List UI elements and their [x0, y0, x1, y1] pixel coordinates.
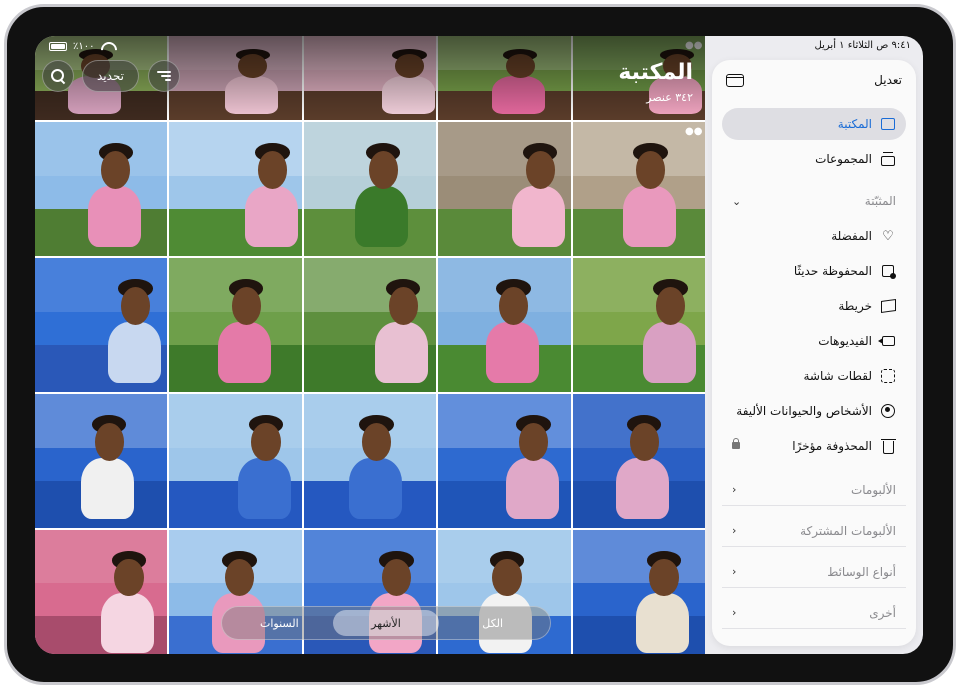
sidebar-item-videos[interactable]: الفيديوهات: [722, 325, 906, 357]
sidebar-item-label: المحذوفة مؤخرًا: [792, 439, 872, 453]
status-indicators: ٪١٠٠: [49, 41, 113, 52]
sort-icon: [157, 71, 171, 81]
sidebar-item-label: المفضلة: [831, 229, 872, 243]
photo-thumbnail[interactable]: [572, 394, 705, 528]
sidebar-item-label: الأشخاص والحيوانات الأليفة: [736, 404, 872, 418]
section-label: المثبّتة: [864, 194, 896, 208]
photo-thumbnail[interactable]: ●●: [572, 122, 705, 256]
photo-thumbnail[interactable]: [169, 258, 302, 392]
sidebar-item-label: المحفوظة حديثًا: [793, 264, 872, 278]
sidebar-item-favorites[interactable]: ♡ المفضلة: [722, 220, 906, 252]
section-label: الألبومات: [850, 482, 896, 497]
photo-thumbnail[interactable]: [35, 122, 168, 256]
sidebar-section-albums[interactable]: الألبومات ‹: [722, 474, 906, 506]
photo-thumbnail[interactable]: [572, 530, 705, 654]
import-icon: [880, 263, 896, 279]
collections-icon: [880, 151, 896, 167]
chevron-left-icon: ‹: [732, 524, 737, 537]
photo-thumbnail[interactable]: [169, 122, 302, 256]
sidebar: تعديل المكتبة المجموعات المثبّتة ⌄ ♡ الم…: [712, 60, 916, 646]
edit-button[interactable]: تعديل: [874, 73, 902, 87]
person-icon: [880, 403, 896, 419]
sidebar-item-screenshots[interactable]: لقطات شاشة: [722, 360, 906, 392]
sidebar-item-label: المكتبة: [837, 117, 872, 131]
map-icon: [880, 298, 896, 314]
library-header: ٪١٠٠ تحديد المكتبة ٣٤٢ عنصر: [35, 36, 705, 120]
photo-thumbnail[interactable]: [35, 394, 168, 528]
section-label: أخرى: [869, 605, 896, 620]
sidebar-toggle-icon[interactable]: [726, 73, 744, 87]
select-button[interactable]: تحديد: [82, 60, 140, 92]
section-label: الألبومات المشتركة: [800, 523, 896, 538]
lock-icon: [732, 437, 746, 452]
shared-people-icon: ●●: [684, 126, 703, 137]
battery-icon: [49, 42, 67, 51]
sidebar-item-collections[interactable]: المجموعات: [722, 143, 906, 175]
photo-thumbnail[interactable]: [35, 530, 168, 654]
sidebar-section-media-types[interactable]: أنواع الوسائط ‹: [722, 556, 906, 588]
wifi-icon: [101, 42, 113, 51]
chevron-left-icon: ‹: [732, 483, 737, 496]
sidebar-item-recently-deleted[interactable]: المحذوفة مؤخرًا: [722, 430, 906, 462]
chevron-down-icon: ⌄: [732, 194, 742, 208]
battery-percent: ٪١٠٠: [73, 41, 95, 52]
sidebar-item-library[interactable]: المكتبة: [722, 108, 906, 140]
time-scope-segmented-control: السنوات الأشهر الكل: [221, 606, 551, 640]
photo-thumbnail[interactable]: [438, 258, 571, 392]
sidebar-top-bar: تعديل: [726, 68, 902, 92]
tab-years[interactable]: السنوات: [226, 610, 333, 636]
sidebar-item-label: خريطة: [838, 299, 872, 313]
screenshot-icon: [880, 368, 896, 384]
sidebar-section-shared-albums[interactable]: الألبومات المشتركة ‹: [722, 515, 906, 547]
tab-all[interactable]: الكل: [439, 610, 546, 636]
sidebar-item-map[interactable]: خريطة: [722, 290, 906, 322]
sidebar-pinned-header[interactable]: المثبّتة ⌄: [722, 185, 906, 217]
photo-library-icon: [880, 116, 896, 132]
search-button[interactable]: [42, 60, 74, 92]
photo-thumbnail[interactable]: [169, 394, 302, 528]
photo-grid: ●●●●: [35, 36, 705, 654]
video-icon: [877, 333, 896, 349]
sidebar-item-people-pets[interactable]: الأشخاص والحيوانات الأليفة: [722, 395, 906, 427]
photo-thumbnail[interactable]: [35, 258, 168, 392]
sidebar-item-label: لقطات شاشة: [803, 369, 872, 383]
chevron-left-icon: ‹: [732, 565, 737, 578]
chevron-left-icon: ‹: [732, 606, 737, 619]
trash-icon: [880, 438, 896, 454]
item-count: ٣٤٢ عنصر: [646, 91, 693, 104]
sort-filter-button[interactable]: [148, 60, 180, 92]
photo-thumbnail[interactable]: [438, 122, 571, 256]
photo-thumbnail[interactable]: [303, 394, 437, 528]
sidebar-section-other[interactable]: أخرى ‹: [722, 597, 906, 629]
photo-thumbnail[interactable]: [438, 394, 571, 528]
heart-icon: ♡: [882, 228, 894, 244]
sidebar-item-recently-saved[interactable]: المحفوظة حديثًا: [722, 255, 906, 287]
status-time-date: ٩:٤١ ص الثلاثاء ١ أبريل: [814, 40, 911, 51]
tab-months[interactable]: الأشهر: [332, 610, 440, 636]
sidebar-item-label: المجموعات: [815, 152, 872, 166]
section-label: أنواع الوسائط: [827, 564, 896, 579]
photos-app-screen: ●●●● ٪١٠٠ تحديد المكتبة ٣٤٢ عنصر السنوات…: [35, 36, 923, 654]
search-icon: [51, 69, 65, 83]
photo-thumbnail[interactable]: [572, 258, 705, 392]
sidebar-item-label: الفيديوهات: [818, 334, 872, 348]
page-title: المكتبة: [618, 60, 693, 85]
photo-thumbnail[interactable]: [303, 258, 437, 392]
photo-thumbnail[interactable]: [303, 122, 437, 256]
